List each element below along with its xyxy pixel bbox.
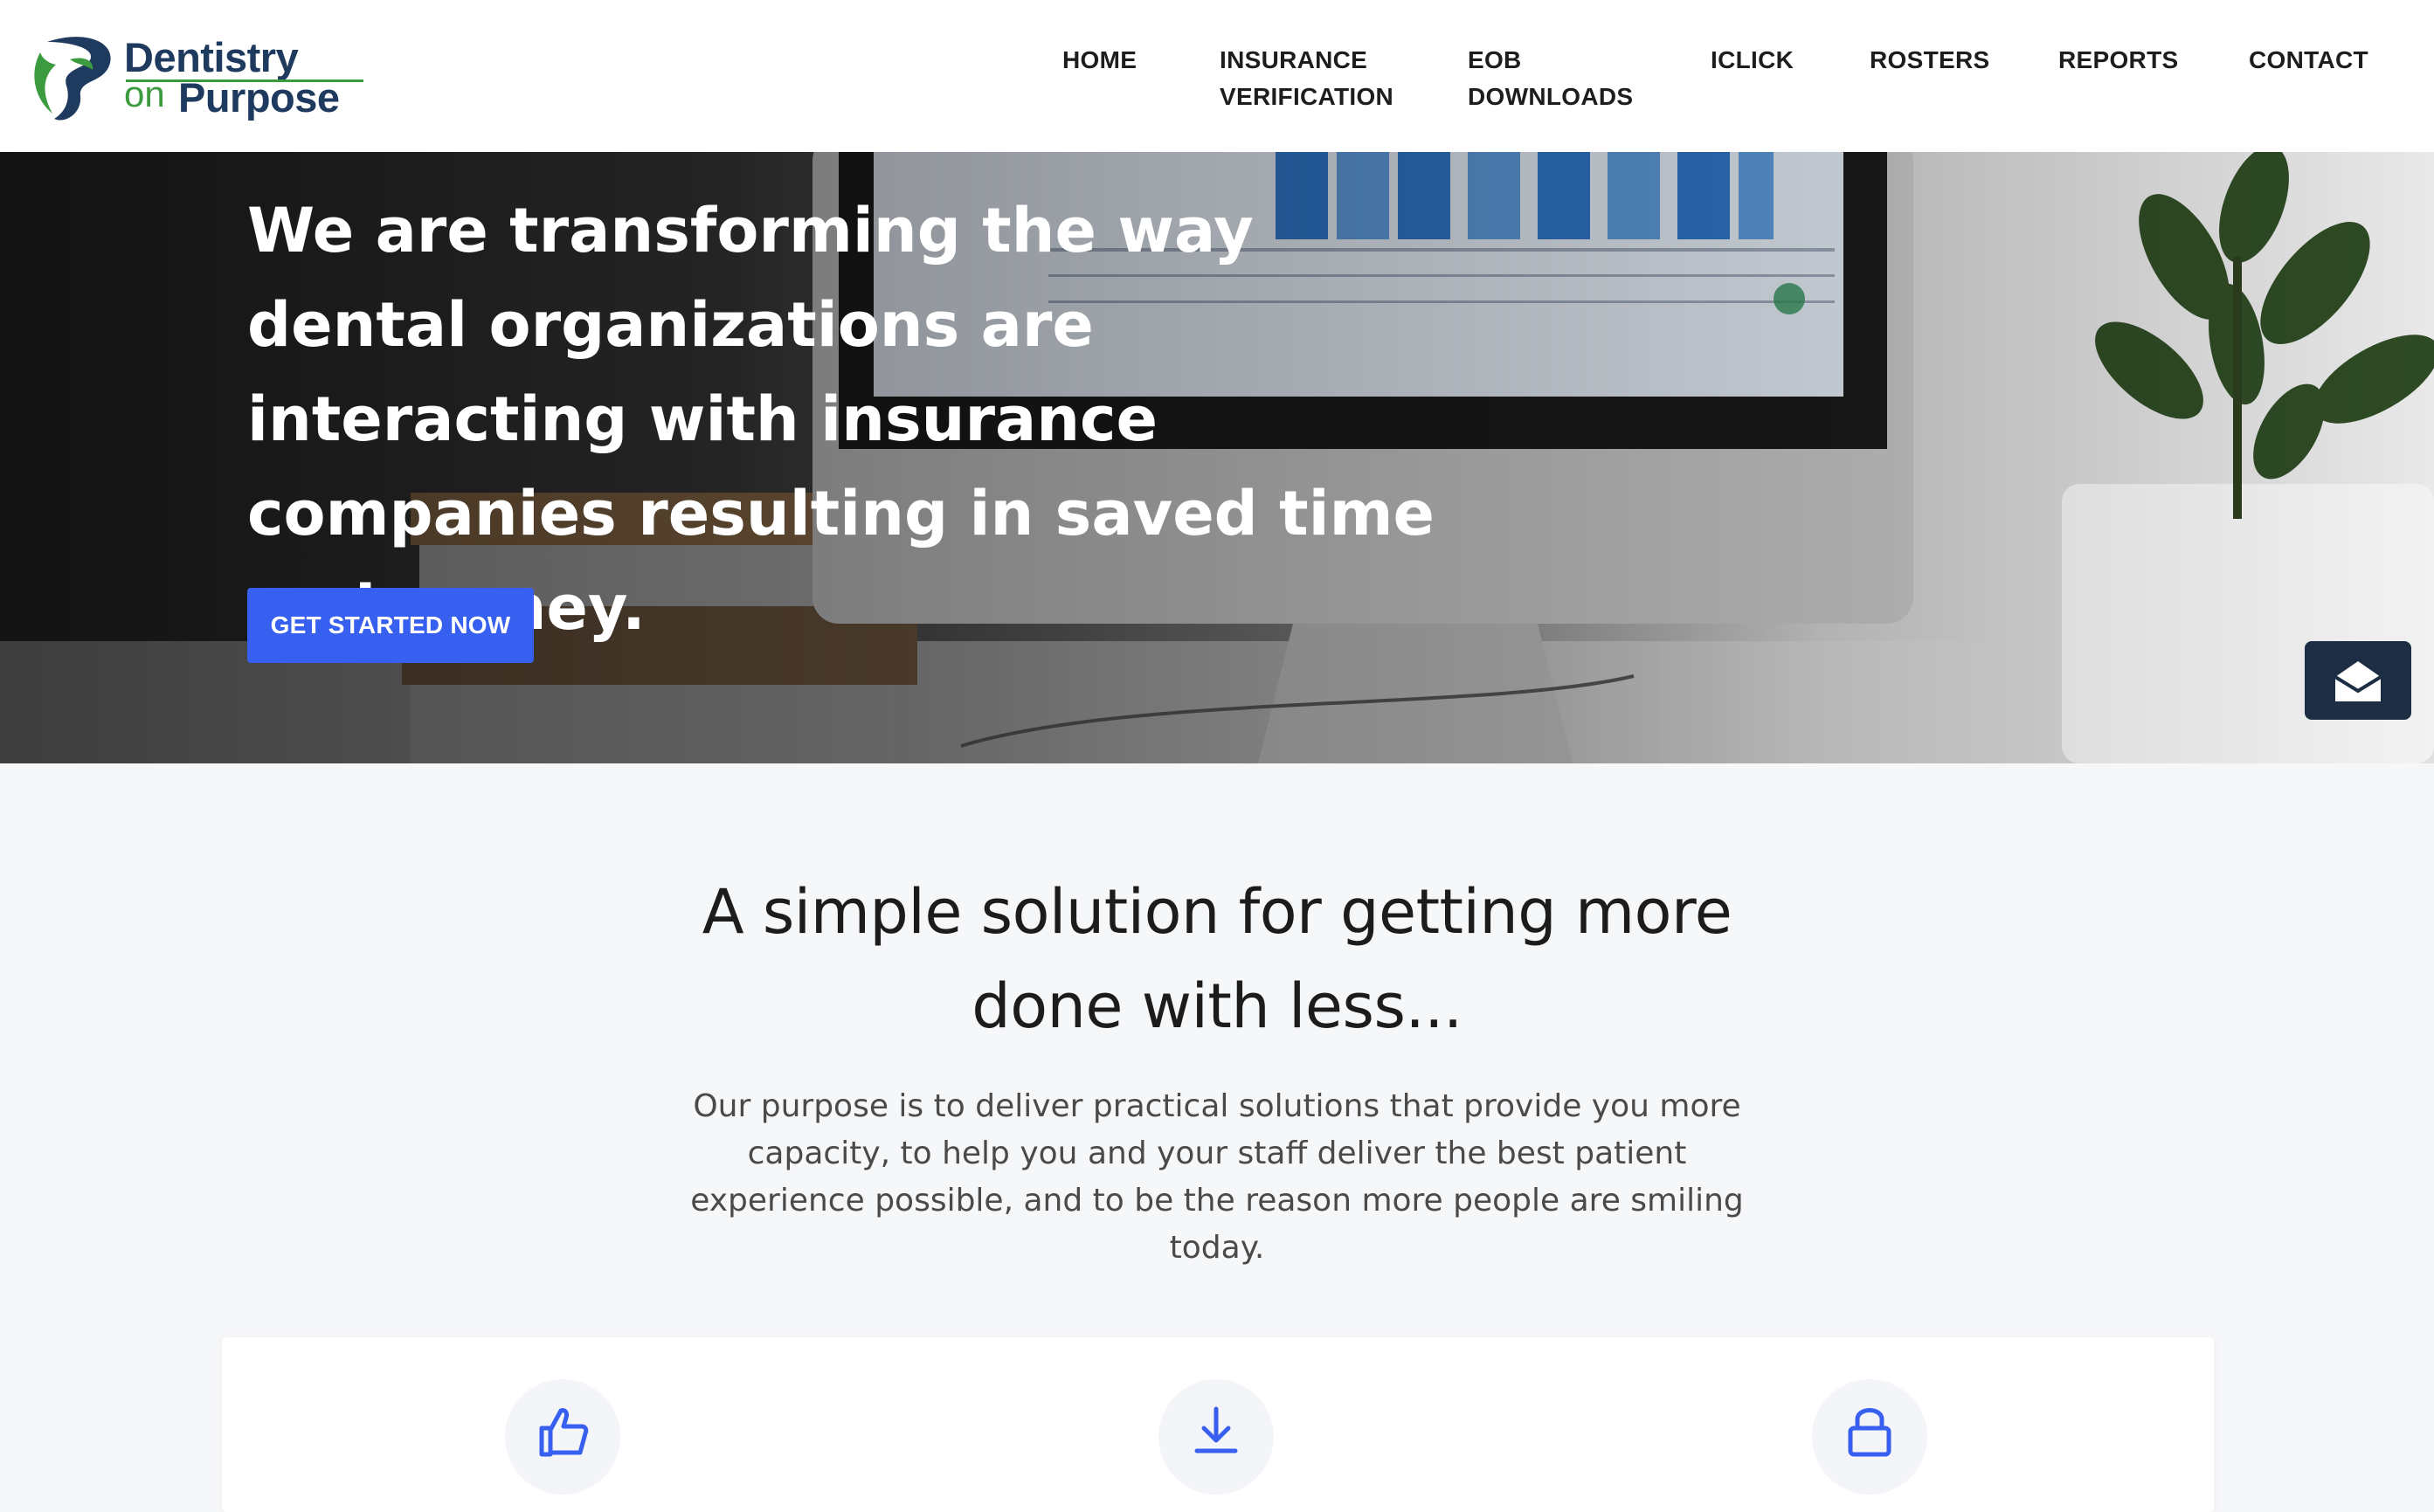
nav-item-insurance-verification[interactable]: INSURANCE VERIFICATION [1220, 42, 1393, 115]
intro-title-line-2: done with less... [972, 970, 1462, 1042]
intro-body: Our purpose is to deliver practical solu… [690, 1088, 1744, 1266]
nav-item-rosters[interactable]: ROSTERS [1870, 42, 1989, 79]
nav-item-iclick[interactable]: ICLICK [1711, 42, 1794, 79]
get-started-button[interactable]: GET STARTED NOW [247, 588, 534, 663]
site-header: Dentistry on Purpose HOME INSURANCE VERI… [0, 0, 2434, 152]
nav-item-label: ROSTERS [1870, 46, 1990, 73]
nav-item-reports[interactable]: REPORTS [2058, 42, 2178, 79]
logo-text-on: on [124, 73, 165, 114]
nav-item-home[interactable]: HOME [1062, 42, 1137, 79]
thumbs-up-icon [539, 1408, 589, 1457]
logo-text-purpose: Purpose [178, 74, 340, 121]
nav-item-label: HOME [1062, 46, 1137, 73]
nav-item-eob-downloads[interactable]: EOB DOWNLOADS [1468, 42, 1633, 115]
nav-item-contact[interactable]: CONTACT [2249, 42, 2368, 79]
feature-lock [1812, 1379, 1927, 1495]
logo-mark-icon [34, 37, 111, 121]
chat-button[interactable] [2305, 641, 2411, 720]
hero-banner: We are transforming the way dental organ… [0, 152, 2434, 763]
nav-item-label: INSURANCE [1220, 46, 1368, 73]
hero-title: We are transforming the way dental organ… [247, 195, 1435, 644]
dentistry-on-purpose-logo[interactable]: Dentistry on Purpose [30, 33, 363, 124]
nav-item-label: REPORTS [2058, 46, 2179, 73]
nav-item-label: VERIFICATION [1220, 83, 1394, 110]
nav-item-label: CONTACT [2249, 46, 2368, 73]
nav-item-label: ICLICK [1711, 46, 1794, 73]
download-icon [1194, 1406, 1238, 1453]
feature-thumbs-up [505, 1379, 620, 1495]
lock-icon [1848, 1408, 1891, 1457]
nav-item-label: EOB [1468, 46, 1522, 73]
intro-title: A simple solution for getting more done … [612, 865, 1822, 1053]
envelope-open-icon [2334, 661, 2382, 701]
nav-item-label: DOWNLOADS [1468, 83, 1634, 110]
intro-title-line-1: A simple solution for getting more [702, 876, 1732, 948]
features-card [222, 1337, 2214, 1512]
feature-download [1158, 1379, 1274, 1495]
